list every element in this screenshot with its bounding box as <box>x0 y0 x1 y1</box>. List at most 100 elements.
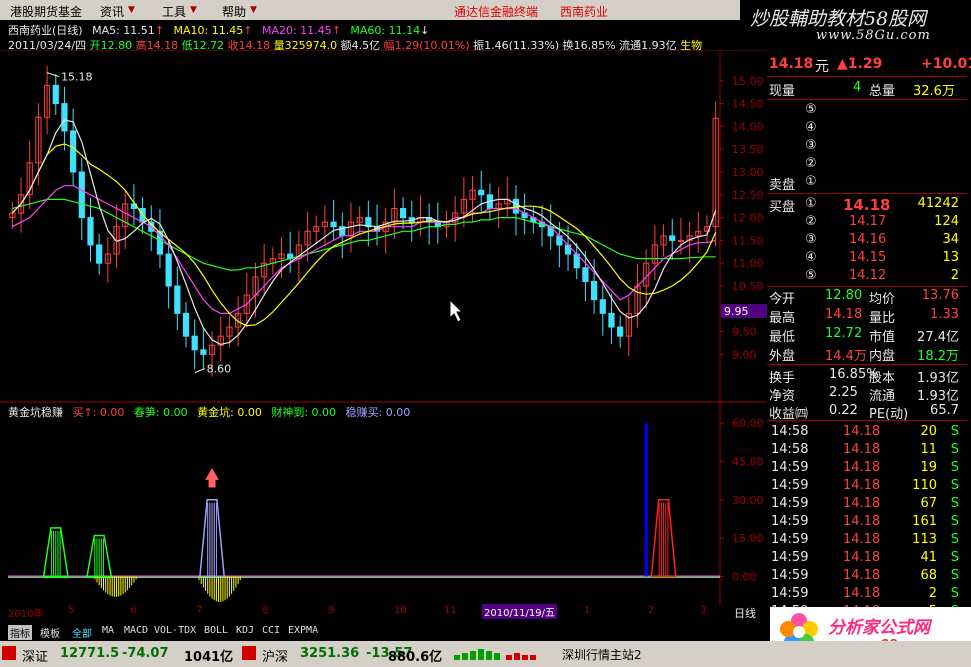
ma60-value: MA60: 11.14 <box>350 24 421 37</box>
candle-body <box>70 130 77 173</box>
buy-level-row: 买盘 ① 14.18 41242 <box>767 196 967 215</box>
tick-row: 14:59 14.18 19 S <box>767 460 967 478</box>
buy-price: 14.15 <box>849 250 887 265</box>
date-label: 6 <box>130 605 137 616</box>
indicator-info-line: 黄金坑稳赚 买↑: 0.00 春笋: 0.00 黄金坑: 0.00 财神到: 0… <box>8 404 410 420</box>
candle-body <box>78 171 85 219</box>
y-tick-label: 11.00 <box>732 257 764 270</box>
candle-body <box>478 189 485 196</box>
ma-info-line: 西南药业(日线) MA5: 11.51↑ MA10: 11.45↑ MA20: … <box>8 24 430 37</box>
price-unit: 元 <box>815 59 829 75</box>
bar-info-line: 2011/03/24/四 开12.80 高14.18 低12.72 收14.18… <box>8 37 702 52</box>
tick-time: 14:59 <box>771 478 809 493</box>
tick-side: S <box>950 478 959 493</box>
cursor-date-label: 2010/11/19/五 <box>482 604 558 619</box>
menu-item-help[interactable]: 帮助 <box>222 3 246 20</box>
candle-body <box>512 198 520 214</box>
tick-time: 14:58 <box>771 424 809 439</box>
buy-price: 14.17 <box>849 214 887 229</box>
tick-price: 14.18 <box>843 424 881 439</box>
candle-body <box>165 253 172 287</box>
dropdown-arrow-icon: ▼ <box>250 5 257 15</box>
date-label: 2 <box>648 605 655 616</box>
tick-time: 14:59 <box>771 460 809 475</box>
tab-macd[interactable]: MACD <box>124 625 148 636</box>
tab-expma[interactable]: EXPMA <box>288 625 318 636</box>
tab-template[interactable]: 模板 <box>40 625 60 640</box>
menu-item-hk-futures[interactable]: 港股期货基金 <box>10 3 82 20</box>
status-bar: 深证 12771.5 -74.07 1041亿 沪深 3251.36 -13.5… <box>0 641 971 667</box>
indicator-name[interactable]: 黄金坑稳赚 <box>8 406 63 419</box>
ma20-value: MA20: 11.45 <box>261 24 332 37</box>
mouse-cursor-icon <box>449 298 464 323</box>
tick-side: S <box>950 442 959 457</box>
tick-volume: 68 <box>920 568 937 583</box>
hs-amount: 880.6亿 <box>388 650 443 665</box>
tick-volume: 113 <box>912 532 937 547</box>
sz-change: -74.07 <box>122 646 169 661</box>
watermark-url: www.58Gu.com <box>816 28 931 43</box>
stat-row: 最低 12.72 市值 27.4亿 <box>767 326 967 345</box>
tick-price: 14.18 <box>843 550 881 565</box>
menu-item-news[interactable]: 资讯 <box>100 3 124 20</box>
date-label: 1 <box>584 605 591 616</box>
dropdown-arrow-icon: ▼ <box>128 5 135 15</box>
xianliang-label: 现量 <box>769 84 796 99</box>
y-tick-label: 15.00 <box>732 75 764 88</box>
indicator-buy: 买↑: 0.00 <box>72 406 125 419</box>
tick-side: S <box>950 550 959 565</box>
tick-side: S <box>950 586 959 601</box>
candle-body <box>182 312 190 337</box>
candle-body <box>399 207 407 219</box>
y-tick-label: 9.50 <box>732 326 757 339</box>
sell-label: 卖盘 <box>769 178 796 193</box>
tick-time: 14:58 <box>771 442 809 457</box>
tab-cci[interactable]: CCI <box>262 625 280 636</box>
stock-name: 西南药业(日线) <box>8 24 83 37</box>
buy-level: ② <box>805 214 817 229</box>
ma10-line <box>11 143 717 327</box>
stat-label: 今开 <box>769 292 796 307</box>
stat-value: 12.80 <box>825 288 863 303</box>
sell-level: ④ <box>805 120 817 135</box>
y-tick-label: 12.50 <box>732 189 764 202</box>
indicator-goldpit: 黄金坑: 0.00 <box>197 406 262 419</box>
indicator-spring: 春笋: 0.00 <box>133 406 188 419</box>
zongliang-label: 总量 <box>869 84 896 99</box>
tab-kdj[interactable]: KDJ <box>236 625 254 636</box>
app-title: 通达信金融终端 <box>454 5 539 19</box>
price-change-pct: +10.01 <box>921 56 971 72</box>
indicator-tab-bar: 指标 模板 全部 MA MACD VOL-TDX BOLL KDJ CCI EX… <box>0 623 760 640</box>
ma20-line <box>12 185 716 314</box>
y-tick-label: 60.00 <box>732 417 764 430</box>
tab-ma[interactable]: MA <box>102 625 114 636</box>
candle-body <box>52 84 59 105</box>
low-annotation: 8.60 <box>207 363 232 376</box>
stat-label: 量比 <box>869 311 896 326</box>
tab-all[interactable]: 全部 <box>72 625 92 640</box>
tab-vol-tdx[interactable]: VOL-TDX <box>154 625 196 636</box>
kline-chart[interactable]: 15.00 14.50 14.00 13.50 13.00 12.50 12.00 11.50… <box>0 50 767 605</box>
stat-label: 股本 <box>869 371 896 386</box>
candle-body <box>61 103 68 132</box>
period-label[interactable]: 日线 <box>734 605 756 621</box>
menu-item-tools[interactable]: 工具 <box>162 3 186 20</box>
tick-volume: 110 <box>912 478 937 493</box>
tick-side: S <box>950 496 959 511</box>
tick-time: 14:59 <box>771 568 809 583</box>
stat-value: 12.72 <box>825 326 863 341</box>
xianliang-value: 4 <box>853 80 862 95</box>
ma5-value: MA5: 11.51 <box>92 24 155 37</box>
tab-indicator[interactable]: 指标 <box>8 625 32 640</box>
indicator-wenzhuan: 稳赚买: 0.00 <box>345 406 411 419</box>
tick-side: S <box>950 514 959 529</box>
tick-time: 14:59 <box>771 496 809 511</box>
y-tick-label: 0.00 <box>732 570 757 583</box>
date-label: 11 <box>444 605 457 616</box>
stat-row: 今开 12.80 均价 13.76 <box>767 288 967 307</box>
dropdown-arrow-icon: ▼ <box>190 5 197 15</box>
tick-side: S <box>950 460 959 475</box>
date-axis: 2010年 5 6 7 8 9 10 11 2010/11/19/五 1 2 3 <box>0 604 730 620</box>
tab-boll[interactable]: BOLL <box>204 625 228 636</box>
tick-row: 14:59 14.18 41 S <box>767 550 967 568</box>
